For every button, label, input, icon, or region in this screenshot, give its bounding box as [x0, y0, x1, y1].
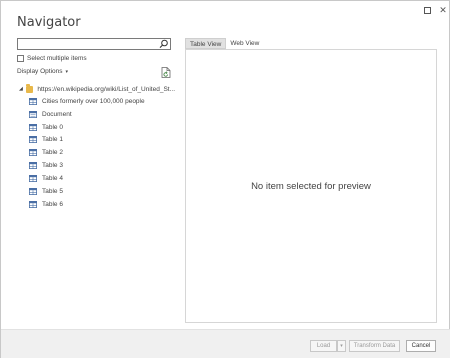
table-icon	[29, 162, 37, 170]
tree-root-label: https://en.wikipedia.org/wiki/List_of_Un…	[37, 85, 175, 93]
select-multiple-checkbox[interactable]	[17, 55, 24, 62]
display-options-label: Display Options	[17, 68, 63, 75]
tree-item-label: Table 1	[42, 136, 63, 144]
tree-item-label: Table 3	[42, 162, 63, 170]
preview-pane: No item selected for preview	[185, 49, 437, 323]
document-icon	[29, 110, 37, 118]
display-options-dropdown[interactable]: Display Options ▾	[17, 68, 68, 75]
tree-item[interactable]: Table 5	[17, 185, 175, 198]
tree-item-label: Table 6	[42, 200, 63, 208]
tree-item-label: Document	[42, 110, 72, 118]
tree-item-label: Cities formerly over 100,000 people	[42, 97, 145, 105]
table-icon	[29, 187, 37, 195]
tree-item[interactable]: Table 0	[17, 121, 175, 134]
table-icon	[29, 136, 37, 144]
folder-icon	[25, 83, 34, 93]
table-icon	[29, 123, 37, 131]
search-input[interactable]	[18, 39, 156, 49]
navigator-tree: ◢ https://en.wikipedia.org/wiki/List_of_…	[17, 83, 175, 211]
table-icon	[29, 149, 37, 157]
tree-item[interactable]: Table 1	[17, 134, 175, 147]
search-icon[interactable]	[158, 39, 169, 49]
tree-item[interactable]: Document	[17, 108, 175, 121]
load-button[interactable]: Load	[310, 340, 337, 352]
table-icon	[29, 174, 37, 182]
expand-arrow-icon[interactable]: ◢	[19, 86, 24, 92]
window-title: Navigator	[17, 15, 81, 30]
tree-item[interactable]: Table 2	[17, 146, 175, 159]
tab-table-view[interactable]: Table View	[185, 38, 227, 49]
tree-item-label: Table 4	[42, 174, 63, 182]
tree-item[interactable]: Cities formerly over 100,000 people	[17, 95, 175, 108]
tree-root-url[interactable]: ◢ https://en.wikipedia.org/wiki/List_of_…	[17, 83, 175, 95]
load-dropdown-icon[interactable]: ▾	[337, 340, 346, 352]
preview-empty-message: No item selected for preview	[251, 180, 371, 192]
select-multiple-row[interactable]: Select multiple items	[17, 55, 87, 62]
footer-bar: Load ▾ Transform Data Cancel	[1, 329, 450, 358]
tree-item[interactable]: Table 4	[17, 172, 175, 185]
tree-item[interactable]: Table 3	[17, 159, 175, 172]
refresh-document-icon[interactable]	[161, 67, 171, 78]
preview-tabs: Table View Web View	[185, 38, 263, 49]
table-icon	[29, 200, 37, 208]
tree-item-label: Table 2	[42, 149, 63, 157]
navigator-window: Navigator ✕ Select multiple items Displa…	[0, 0, 450, 358]
search-box	[17, 38, 171, 50]
tree-item-label: Table 0	[42, 123, 63, 131]
select-multiple-label: Select multiple items	[27, 55, 87, 62]
tree-item-label: Table 5	[42, 187, 63, 195]
table-icon	[29, 97, 37, 105]
tree-item[interactable]: Table 6	[17, 198, 175, 211]
cancel-button[interactable]: Cancel	[406, 340, 436, 352]
chevron-down-icon: ▾	[65, 68, 69, 75]
restore-icon[interactable]	[421, 4, 433, 16]
tab-web-view[interactable]: Web View	[226, 38, 263, 49]
close-icon[interactable]: ✕	[437, 4, 449, 16]
transform-data-button[interactable]: Transform Data	[349, 340, 400, 352]
